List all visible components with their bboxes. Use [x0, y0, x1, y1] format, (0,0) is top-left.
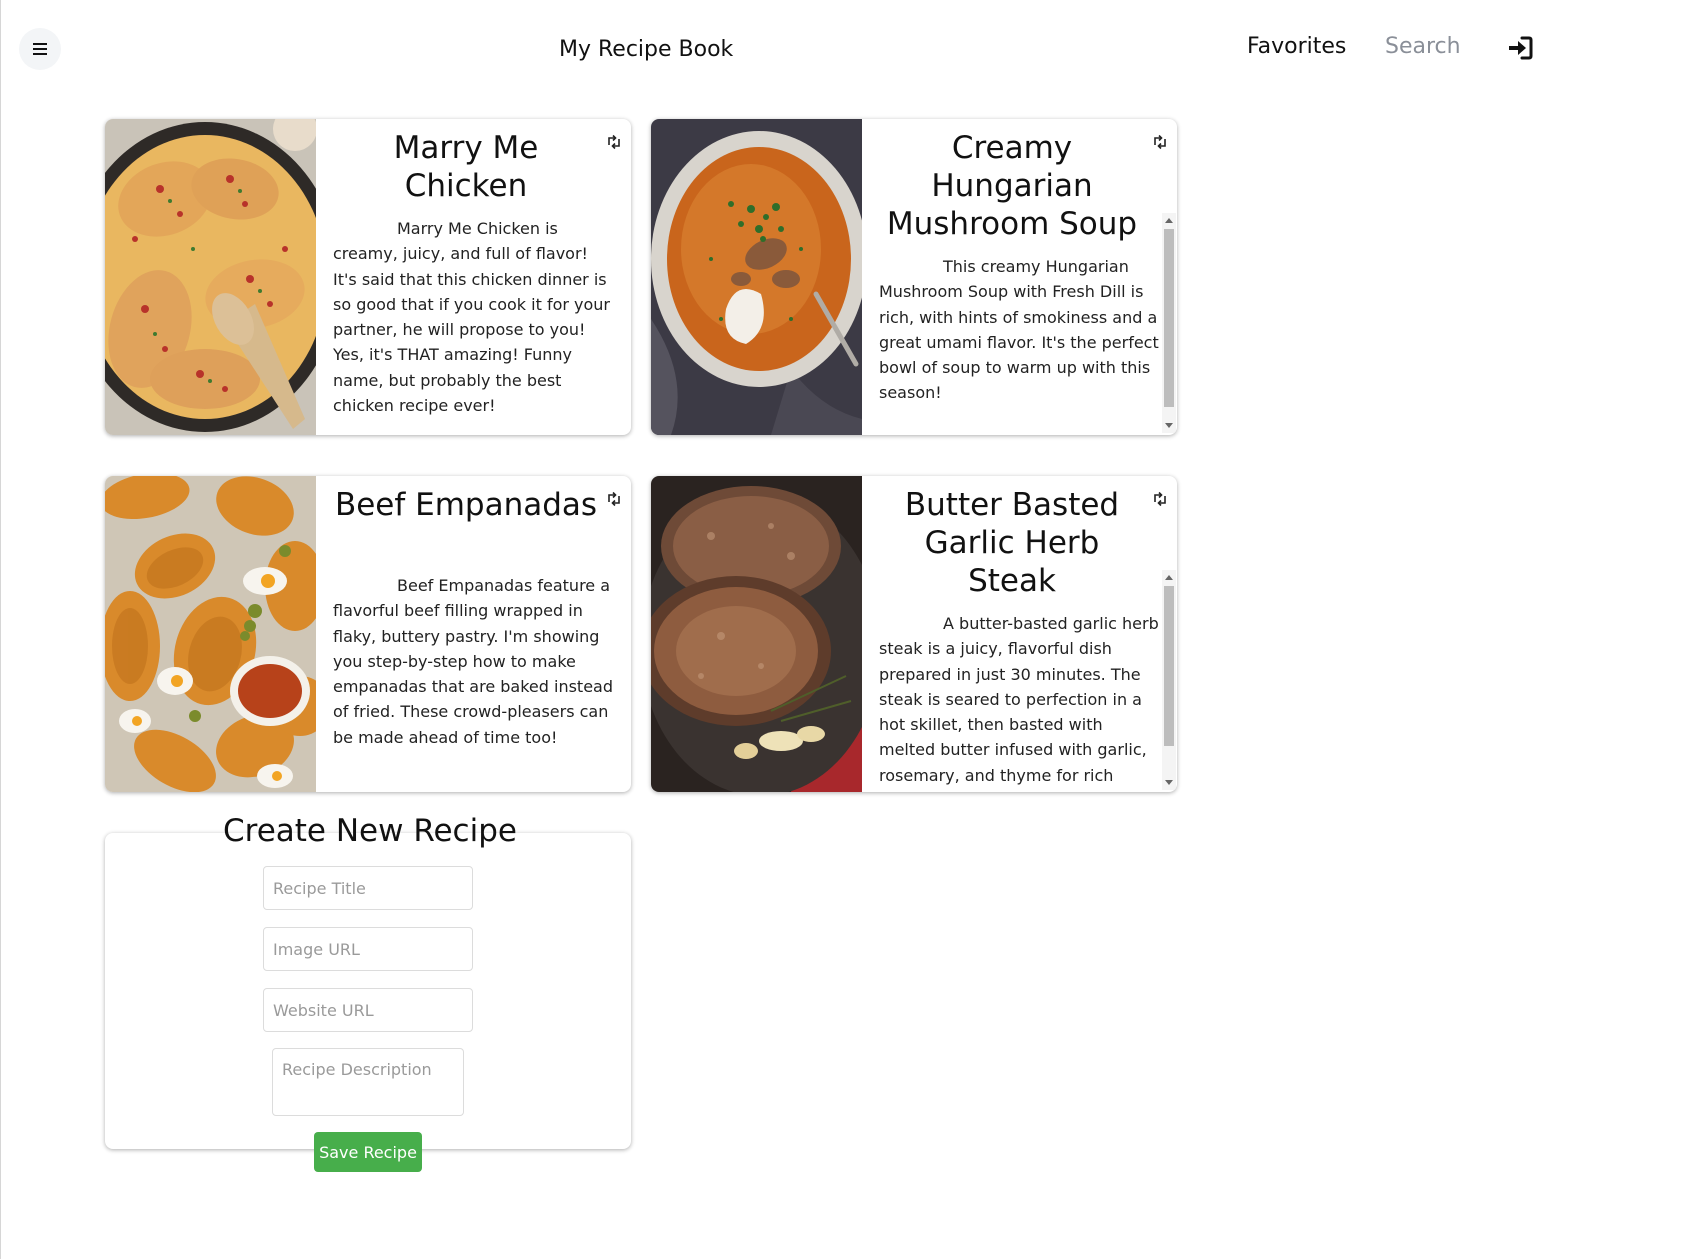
- scroll-down-arrow[interactable]: [1165, 423, 1173, 428]
- flip-icon[interactable]: [605, 133, 623, 151]
- save-recipe-button[interactable]: Save Recipe: [314, 1132, 422, 1172]
- scrollbar-thumb[interactable]: [1164, 586, 1174, 746]
- recipe-card[interactable]: Beef Empanadas Beef Empanadas feature a …: [105, 476, 631, 792]
- image-url-input[interactable]: [263, 927, 473, 971]
- flip-icon[interactable]: [605, 490, 623, 508]
- flip-icon[interactable]: [1151, 133, 1169, 151]
- description-scrollbar[interactable]: [1162, 213, 1176, 433]
- recipe-description: A butter-basted garlic herb steak is a j…: [879, 614, 1159, 785]
- sign-in-icon[interactable]: [1507, 36, 1533, 60]
- scroll-up-arrow[interactable]: [1165, 575, 1173, 580]
- website-url-input[interactable]: [263, 988, 473, 1032]
- recipe-card[interactable]: Butter Basted Garlic Herb Steak A butter…: [651, 476, 1177, 792]
- recipe-description: Beef Empanadas feature a flavorful beef …: [333, 576, 613, 747]
- scroll-down-arrow[interactable]: [1165, 780, 1173, 785]
- nav-favorites-link[interactable]: Favorites: [1247, 32, 1346, 62]
- recipe-description: Marry Me Chicken is creamy, juicy, and f…: [333, 219, 611, 416]
- recipe-title-input[interactable]: [263, 866, 473, 910]
- recipe-card[interactable]: Marry Me Chicken Marry Me Chicken is cre…: [105, 119, 631, 435]
- recipe-image: [651, 119, 862, 435]
- recipe-image: [105, 476, 316, 792]
- app-title: My Recipe Book: [559, 37, 734, 62]
- flip-icon[interactable]: [1151, 490, 1169, 508]
- recipe-title: Beef Empanadas: [334, 487, 598, 523]
- scroll-up-arrow[interactable]: [1165, 218, 1173, 223]
- recipe-title: Creamy Hungarian Mushroom Soup: [886, 130, 1138, 242]
- recipe-image: [651, 476, 862, 792]
- nav-search-link[interactable]: Search: [1385, 32, 1461, 62]
- hamburger-icon: [33, 43, 47, 55]
- recipe-description-input[interactable]: [272, 1048, 464, 1116]
- menu-button[interactable]: [19, 28, 61, 70]
- create-recipe-heading: Create New Recipe: [223, 813, 517, 849]
- recipe-description: This creamy Hungarian Mushroom Soup with…: [879, 257, 1159, 403]
- recipe-image: [105, 119, 316, 435]
- recipe-title: Butter Basted Garlic Herb Steak: [904, 487, 1120, 599]
- scrollbar-thumb[interactable]: [1164, 229, 1174, 407]
- recipe-card[interactable]: Creamy Hungarian Mushroom Soup This crea…: [651, 119, 1177, 435]
- recipe-title: Marry Me Chicken: [393, 130, 539, 204]
- description-scrollbar[interactable]: [1162, 570, 1176, 790]
